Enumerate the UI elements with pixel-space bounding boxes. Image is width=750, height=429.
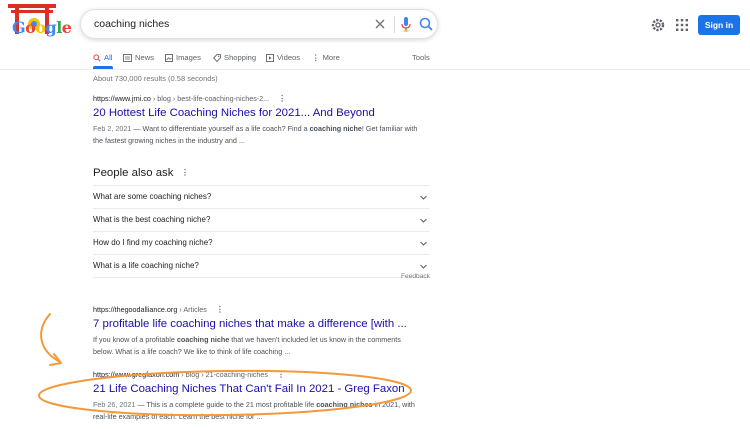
- tab-videos[interactable]: Videos: [266, 53, 300, 62]
- snippet-text: — Want to differentiate yourself as a li…: [131, 124, 310, 133]
- search-result: https://thegoodalliance.org › Articles ⋮ …: [93, 305, 423, 357]
- tab-videos-label: Videos: [277, 53, 301, 62]
- result-title-link[interactable]: 20 Hottest Life Coaching Niches for 2021…: [93, 107, 423, 119]
- result-domain: https://www.jrni.co: [93, 94, 151, 103]
- snippet-bold: coaching niche: [176, 335, 230, 344]
- search-icon[interactable]: [418, 16, 435, 33]
- result-date: Feb 26, 2021: [93, 400, 136, 409]
- paa-question-text: What is the best coaching niche?: [93, 215, 211, 224]
- paa-question-text: How do I find my coaching niche?: [93, 238, 213, 247]
- result-snippet: Feb 26, 2021 — This is a complete guide …: [93, 399, 423, 422]
- search-result: https://www.jrni.co › blog › best-life-c…: [93, 94, 423, 146]
- search-input[interactable]: coaching niches: [80, 9, 438, 39]
- snippet-bold: coaching niche: [309, 124, 362, 133]
- paa-question-text: What is a life coaching niche?: [93, 261, 199, 270]
- tab-all-label: All: [104, 53, 113, 62]
- tab-images[interactable]: Images: [165, 53, 201, 62]
- tag-icon: [213, 53, 221, 62]
- paa-question[interactable]: How do I find my coaching niche?: [93, 231, 430, 254]
- result-breadcrumb: › blog › best-life-coaching-niches-2...: [150, 94, 270, 103]
- microphone-icon[interactable]: [399, 16, 413, 33]
- people-also-ask-title: People also ask: [93, 167, 174, 179]
- search-tabs: All News Images Shopping Videos ⋮ More T: [0, 50, 750, 70]
- tab-all[interactable]: All: [93, 53, 112, 62]
- google-doodle-logo[interactable]: Google: [6, 2, 72, 37]
- feedback-link[interactable]: Feedback: [401, 273, 430, 280]
- result-snippet: If you know of a profitable coaching nic…: [93, 334, 423, 357]
- chevron-down-icon: [420, 218, 427, 223]
- tab-shopping-label: Shopping: [224, 53, 257, 62]
- chevron-down-icon: [420, 264, 427, 269]
- result-breadcrumb: › blog › 21-coaching-niches: [179, 370, 268, 379]
- result-title-link[interactable]: 21 Life Coaching Niches That Can't Fail …: [93, 383, 423, 395]
- paa-question[interactable]: What are some coaching niches?: [93, 185, 430, 208]
- tab-shopping[interactable]: Shopping: [213, 53, 256, 62]
- result-breadcrumb: › Articles: [177, 305, 207, 314]
- result-url[interactable]: https://www.jrni.co › blog › best-life-c…: [93, 94, 423, 104]
- more-options-icon[interactable]: ⋮: [278, 94, 286, 103]
- search-divider: [394, 16, 395, 33]
- sign-in-button[interactable]: Sign in: [698, 15, 740, 35]
- tab-more[interactable]: ⋮ More: [312, 53, 340, 62]
- tab-images-label: Images: [176, 53, 201, 62]
- tab-news[interactable]: News: [123, 53, 154, 62]
- result-domain: https://thegoodalliance.org: [93, 305, 178, 314]
- people-also-ask-list: What are some coaching niches? What is t…: [93, 185, 430, 278]
- gear-icon[interactable]: [651, 18, 665, 32]
- image-icon: [165, 53, 173, 62]
- search-icon: [93, 53, 101, 62]
- chevron-down-icon: [420, 195, 427, 200]
- more-dots-icon: ⋮: [312, 53, 320, 62]
- active-tab-indicator: [93, 66, 113, 69]
- video-icon: [266, 53, 274, 62]
- more-options-icon[interactable]: ⋮: [181, 168, 189, 177]
- header: Google coaching niches Sign in: [0, 0, 750, 50]
- snippet-text: If you know of a profitable: [93, 335, 177, 344]
- tab-more-label: More: [322, 53, 340, 62]
- result-title-link[interactable]: 7 profitable life coaching niches that m…: [93, 318, 423, 330]
- tools-label: Tools: [412, 53, 430, 62]
- tab-news-label: News: [135, 53, 154, 62]
- more-options-icon[interactable]: ⋮: [277, 370, 285, 379]
- paa-question[interactable]: What is a life coaching niche?: [93, 254, 430, 278]
- tools-button[interactable]: Tools: [412, 53, 430, 62]
- result-date: Feb 2, 2021: [93, 124, 132, 133]
- result-url[interactable]: https://www.gregfaxon.com › blog › 21-co…: [93, 370, 423, 380]
- result-domain: https://www.gregfaxon.com: [93, 370, 180, 379]
- annotation-arrow: [40, 313, 61, 363]
- logo-text: Google: [12, 18, 72, 37]
- search-result: https://www.gregfaxon.com › blog › 21-co…: [93, 370, 423, 422]
- apps-grid-icon[interactable]: [676, 19, 688, 31]
- result-snippet: Feb 2, 2021 — Want to differentiate your…: [93, 123, 423, 146]
- search-query-text[interactable]: coaching niches: [94, 18, 169, 30]
- result-stats: About 730,000 results (0.58 seconds): [93, 74, 218, 83]
- snippet-text: — This is a complete guide to the 21 mos…: [135, 400, 317, 409]
- paa-question-text: What are some coaching niches?: [93, 192, 212, 201]
- annotation-arrowhead: [49, 353, 62, 366]
- paa-question[interactable]: What is the best coaching niche?: [93, 208, 430, 231]
- close-icon[interactable]: [372, 16, 388, 32]
- result-url[interactable]: https://thegoodalliance.org › Articles ⋮: [93, 305, 423, 315]
- more-options-icon[interactable]: ⋮: [216, 305, 224, 314]
- chevron-down-icon: [420, 241, 427, 246]
- snippet-bold: coaching niches: [316, 400, 373, 409]
- news-icon: [123, 53, 132, 62]
